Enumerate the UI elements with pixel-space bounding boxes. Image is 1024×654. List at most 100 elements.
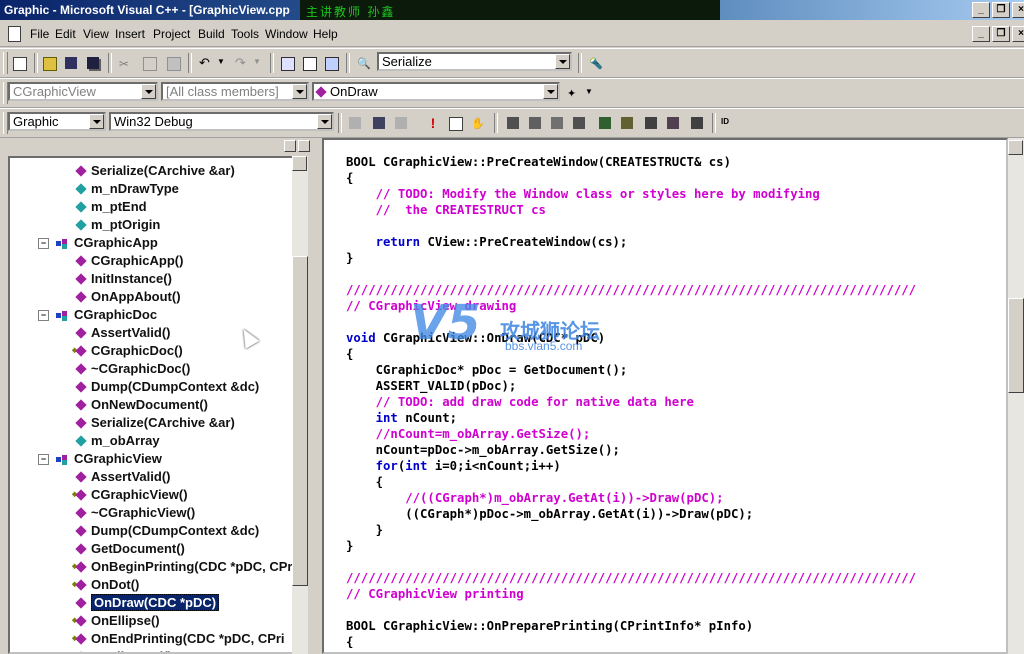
debug-tool-6-icon[interactable] — [618, 114, 637, 133]
debug-tool-2-icon[interactable] — [526, 114, 545, 133]
menu-help[interactable]: Help — [313, 27, 338, 41]
debug-tool-3-icon[interactable] — [548, 114, 567, 133]
tree-member-node[interactable]: CGraphicView() — [74, 486, 188, 504]
config-combo[interactable]: Win32 Debug — [109, 112, 334, 131]
menu-insert[interactable]: Insert — [115, 27, 145, 41]
debug-tool-5-icon[interactable] — [596, 114, 615, 133]
mdi-restore-button[interactable]: ❐ — [992, 26, 1010, 42]
tree-member-node[interactable]: Serialize(CArchive &ar) — [74, 414, 235, 432]
find-icon[interactable]: 🔦 — [586, 54, 605, 73]
class-combo[interactable]: CGraphicView — [8, 82, 158, 101]
undo-dropdown-icon[interactable]: ▼ — [214, 54, 233, 73]
execute-icon[interactable]: ! — [424, 114, 443, 133]
code-line[interactable] — [346, 314, 916, 330]
tree-collapse-icon[interactable]: − — [38, 238, 49, 249]
compile-icon[interactable] — [346, 114, 365, 133]
code-line[interactable]: } — [346, 538, 916, 554]
redo-dropdown-icon[interactable]: ▼ — [250, 54, 269, 73]
code-line[interactable]: } — [346, 522, 916, 538]
tree-member-node[interactable]: Serialize(CArchive &ar) — [74, 162, 235, 180]
code-line[interactable]: nCount=pDoc->m_obArray.GetSize(); — [346, 442, 916, 458]
menu-view[interactable]: View — [83, 27, 109, 41]
tree-member-node[interactable]: OnDot() — [74, 576, 139, 594]
tree-member-node[interactable]: OnBeginPrinting(CDC *pDC, CPr — [74, 558, 293, 576]
tree-member-node[interactable]: OnAppAbout() — [74, 288, 181, 306]
code-line[interactable]: for(int i=0;i<nCount;i++) — [346, 458, 916, 474]
code-line[interactable]: //nCount=m_obArray.GetSize(); — [346, 426, 916, 442]
tree-member-node[interactable]: Dump(CDumpContext &dc) — [74, 378, 259, 396]
mdi-close-button[interactable]: × — [1012, 26, 1024, 42]
breakpoint-icon[interactable]: ✋ — [468, 114, 487, 133]
code-line[interactable] — [346, 602, 916, 618]
code-line[interactable]: ASSERT_VALID(pDoc); — [346, 378, 916, 394]
pane-restore-icon[interactable] — [284, 140, 296, 152]
wizard-action-dropdown-icon[interactable]: ▼ — [582, 84, 601, 103]
tree-member-node[interactable]: InitInstance() — [74, 270, 172, 288]
code-line[interactable]: { — [346, 634, 916, 650]
output-icon[interactable] — [300, 54, 319, 73]
workspace-icon[interactable] — [278, 54, 297, 73]
tree-member-node[interactable]: m_ptEnd — [74, 198, 147, 216]
tree-member-node[interactable]: ~CGraphicView() — [74, 504, 195, 522]
tree-collapse-icon[interactable]: − — [38, 454, 49, 465]
menu-project[interactable]: Project — [153, 27, 190, 41]
new-text-file-icon[interactable] — [10, 54, 29, 73]
tree-member-node[interactable]: OnEndPrinting(CDC *pDC, CPri — [74, 630, 285, 648]
document-icon[interactable] — [8, 26, 21, 42]
scroll-up-icon[interactable] — [1008, 140, 1023, 155]
debug-tool-4-icon[interactable] — [570, 114, 589, 133]
code-line[interactable]: return CView::PreCreateWindow(cs); — [346, 234, 916, 250]
code-line[interactable]: ////////////////////////////////////////… — [346, 282, 916, 298]
tree-member-node[interactable]: OnDraw(CDC *pDC) — [74, 594, 220, 612]
chevron-down-icon[interactable] — [317, 114, 332, 129]
tree-member-node[interactable]: m_ptOrigin — [74, 216, 160, 234]
redo-icon[interactable]: ↷ — [232, 54, 251, 73]
chevron-down-icon[interactable] — [292, 84, 307, 99]
menu-window[interactable]: Window — [265, 27, 308, 41]
chevron-down-icon[interactable] — [141, 84, 156, 99]
code-line[interactable]: // the CREATESTRUCT cs — [346, 202, 916, 218]
menu-build[interactable]: Build — [198, 27, 225, 41]
debug-tool-8-icon[interactable] — [664, 114, 683, 133]
debug-tool-7-icon[interactable] — [642, 114, 661, 133]
chevron-down-icon[interactable] — [89, 114, 104, 129]
window-list-icon[interactable] — [322, 54, 341, 73]
copy-icon[interactable] — [140, 54, 159, 73]
code-line[interactable]: int nCount; — [346, 410, 916, 426]
code-line[interactable]: //((CGraph*)m_obArray.GetAt(i))->Draw(pD… — [346, 490, 916, 506]
open-folder-icon[interactable] — [40, 54, 59, 73]
restore-button[interactable]: ❐ — [992, 2, 1010, 18]
code-line[interactable]: } — [346, 250, 916, 266]
go-icon[interactable] — [446, 114, 465, 133]
code-line[interactable]: // TODO: add draw code for native data h… — [346, 394, 916, 410]
tree-member-node[interactable]: OnNewDocument() — [74, 396, 208, 414]
save-all-icon[interactable] — [84, 54, 103, 73]
close-button[interactable]: × — [1012, 2, 1024, 18]
debug-tool-9-icon[interactable] — [688, 114, 707, 133]
paste-icon[interactable] — [164, 54, 183, 73]
stop-build-icon[interactable] — [392, 114, 411, 133]
debug-tool-1-icon[interactable] — [504, 114, 523, 133]
editor-scrollbar[interactable] — [1008, 138, 1024, 654]
tree-class-node[interactable]: − CGraphicApp — [38, 234, 158, 252]
code-content[interactable]: BOOL CGraphicView::PreCreateWindow(CREAT… — [346, 154, 916, 650]
tree-member-node[interactable]: CGraphicApp() — [74, 252, 183, 270]
tree-member-node[interactable]: AssertValid() — [74, 468, 170, 486]
tree-class-node[interactable]: − CGraphicView — [38, 450, 162, 468]
code-line[interactable]: { — [346, 474, 916, 490]
code-line[interactable]: BOOL CGraphicView::PreCreateWindow(CREAT… — [346, 154, 916, 170]
tree-member-node[interactable]: CGraphicDoc() — [74, 342, 183, 360]
tree-member-node[interactable]: m_nDrawType — [74, 180, 179, 198]
tree-collapse-icon[interactable]: − — [38, 310, 49, 321]
tree-class-node[interactable]: − CGraphicDoc — [38, 306, 157, 324]
class-view-scrollbar[interactable] — [292, 156, 308, 654]
tree-member-node[interactable]: Dump(CDumpContext &dc) — [74, 522, 259, 540]
code-line[interactable]: { — [346, 346, 916, 362]
find-combo[interactable]: Serialize — [377, 52, 572, 71]
menu-edit[interactable]: Edit — [55, 27, 76, 41]
menu-tools[interactable]: Tools — [231, 27, 259, 41]
tree-member-node[interactable]: GetDocument() — [74, 540, 185, 558]
code-line[interactable]: // TODO: Modify the Window class or styl… — [346, 186, 916, 202]
undo-icon[interactable]: ↶ — [196, 54, 215, 73]
code-line[interactable] — [346, 218, 916, 234]
